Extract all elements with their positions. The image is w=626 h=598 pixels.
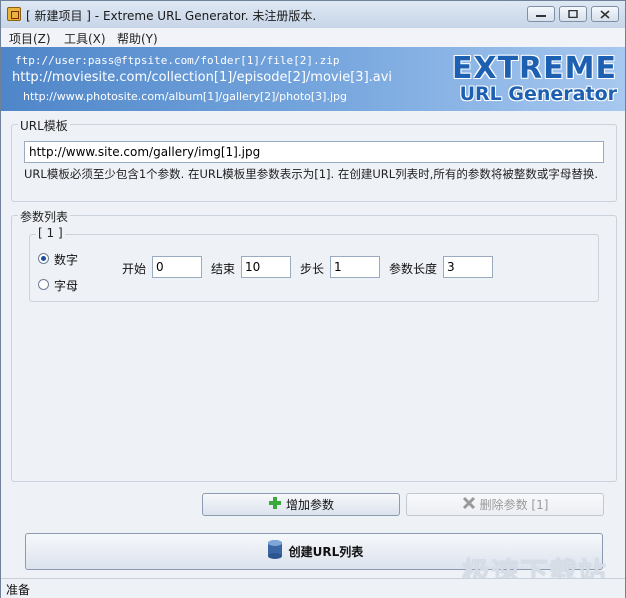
start-input[interactable]: 0 [152,256,202,278]
status-text: 准备 [6,583,31,597]
type-letter-label[interactable]: 字母 [54,277,78,294]
add-parameter-button[interactable]: 增加参数 [202,493,400,516]
end-label: 结束 [211,262,236,276]
close-icon [600,10,610,19]
delete-parameter-button[interactable]: 删除参数 [1] [406,493,604,516]
banner-example-ftp: ftp://user:pass@ftpsite.com/folder[1]/fi… [15,54,340,67]
status-bar: 准备 [1,578,625,598]
length-input[interactable]: 3 [443,256,493,278]
database-icon [265,539,285,564]
app-icon [7,7,21,21]
step-label: 步长 [300,262,325,276]
menu-project[interactable]: 项目(Z) [9,30,51,47]
url-template-input[interactable]: http://www.site.com/gallery/img[1].jpg [24,141,604,163]
menu-bar: 项目(Z) 工具(X) 帮助(Y) [1,28,625,47]
app-window: [ 新建项目 ] - Extreme URL Generator. 未注册版本.… [0,0,626,598]
banner-example-movie: http://moviesite.com/collection[1]/episo… [12,70,393,85]
menu-tools[interactable]: 工具(X) [64,30,106,47]
add-parameter-label: 增加参数 [285,498,334,512]
brand-logo-bottom: URL Generator [459,83,617,105]
url-template-help: URL模板必须至少包含1个参数. 在URL模板里参数表示为[1]. 在创建URL… [24,167,598,181]
header-banner: ftp://user:pass@ftpsite.com/folder[1]/fi… [1,47,625,111]
maximize-icon [568,10,578,18]
param-list-label: 参数列表 [18,208,71,225]
brand-logo-top: EXTREME [451,51,617,86]
delete-x-icon [462,496,476,513]
maximize-button[interactable] [559,6,587,22]
length-label: 参数长度 [389,262,438,276]
minimize-button[interactable] [527,6,555,22]
delete-parameter-label: 删除参数 [1] [479,498,549,512]
create-url-list-label: 创建URL列表 [288,545,364,559]
banner-example-photo: http://www.photosite.com/album[1]/galler… [23,90,347,103]
type-number-radio[interactable] [38,253,49,264]
url-template-group [11,124,617,202]
window-title: [ 新建项目 ] - Extreme URL Generator. 未注册版本. [26,9,317,23]
close-button[interactable] [591,6,619,22]
type-letter-radio[interactable] [38,279,49,290]
start-label: 开始 [122,262,147,276]
end-input[interactable]: 10 [241,256,291,278]
plus-icon [268,496,282,513]
menu-help[interactable]: 帮助(Y) [117,30,158,47]
type-number-label[interactable]: 数字 [54,251,78,268]
title-bar[interactable]: [ 新建项目 ] - Extreme URL Generator. 未注册版本. [1,1,625,29]
url-template-label: URL模板 [18,117,70,134]
minimize-icon [536,15,546,17]
step-input[interactable]: 1 [330,256,380,278]
param-1-label: [ 1 ] [36,226,65,240]
